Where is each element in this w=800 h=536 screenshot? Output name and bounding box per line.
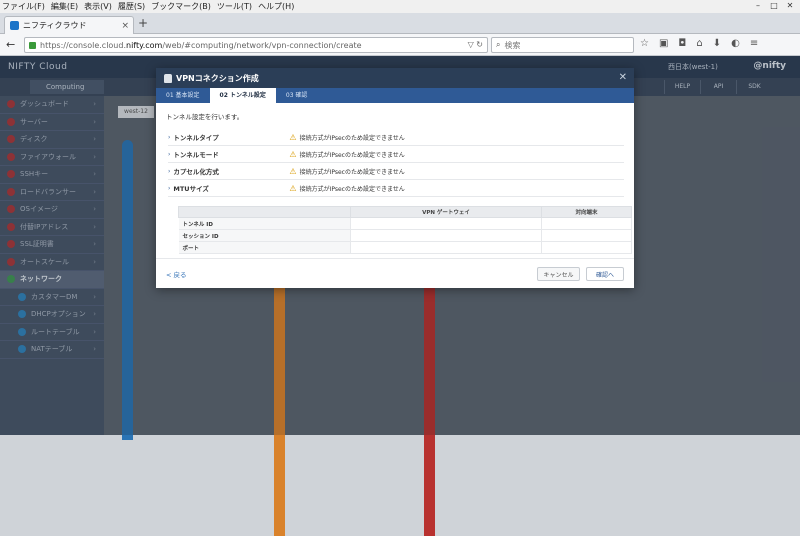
table-header-peer: 対向端末 xyxy=(540,206,633,218)
intro-text: トンネル設定を行います。 xyxy=(166,113,244,121)
download-icon[interactable]: ⬇ xyxy=(713,38,721,49)
warning-icon: ⚠ xyxy=(289,166,297,176)
table-header-empty xyxy=(178,206,351,218)
close-window-button[interactable]: ✕ xyxy=(784,1,796,10)
menu-bookmarks[interactable]: ブックマーク(B) xyxy=(151,1,211,12)
modal-footer: < 戻る キャンセル 確認へ xyxy=(156,258,634,288)
window-controls: – □ ✕ xyxy=(752,1,796,10)
tab-close-icon[interactable]: × xyxy=(121,21,129,31)
vpn-create-modal: VPNコネクション作成 ✕ 01 基本設定 02 トンネル設定 03 確認 トン… xyxy=(156,68,634,288)
home-icon[interactable]: ⌂ xyxy=(696,38,702,49)
back-arrow-icon[interactable]: ← xyxy=(6,38,15,51)
pocket-icon[interactable]: ◘ xyxy=(678,38,686,49)
bullet-icon: › xyxy=(168,184,171,192)
table-cell xyxy=(350,241,542,254)
clipboard-icon[interactable]: ▣ xyxy=(659,38,668,49)
lock-icon xyxy=(164,73,172,83)
menu-help[interactable]: ヘルプ(H) xyxy=(258,1,294,12)
menubar: ファイル(F) 編集(E) 表示(V) 履歴(S) ブックマーク(B) ツール(… xyxy=(0,0,800,13)
bookmark-star-icon[interactable]: ☆ xyxy=(640,38,649,49)
toolbar-icons: ☆ ▣ ◘ ⌂ ⬇ ◐ ≡ xyxy=(640,38,758,49)
table-cell xyxy=(350,229,542,242)
bullet-icon: › xyxy=(168,167,171,175)
close-icon[interactable]: ✕ xyxy=(619,72,627,83)
lock-icon xyxy=(29,41,36,49)
url-text: https://console.cloud.nifty.com/web/#com… xyxy=(40,40,362,50)
field-encapsulation: › カプセル化方式 ⚠ 接続方式がIPsecのため設定できません xyxy=(168,163,624,180)
row-label-port: ポート xyxy=(178,241,351,254)
field-tunnel-type: › トンネルタイプ ⚠ 接続方式がIPsecのため設定できません xyxy=(168,129,624,146)
minimize-button[interactable]: – xyxy=(752,1,764,10)
step-tabs: 01 基本設定 02 トンネル設定 03 確認 xyxy=(156,88,634,103)
warning-icon: ⚠ xyxy=(289,149,297,159)
tab-basic-settings[interactable]: 01 基本設定 xyxy=(156,88,210,103)
table-row: トンネル ID xyxy=(178,217,633,230)
browser-tab[interactable]: ニフティクラウド × xyxy=(4,16,134,34)
table-header-vpn-gateway: VPN ゲートウェイ xyxy=(350,206,542,218)
reload-icon[interactable]: ▽ ↻ xyxy=(468,40,483,49)
row-label-tunnel-id: トンネル ID xyxy=(178,217,351,230)
url-bar[interactable]: https://console.cloud.nifty.com/web/#com… xyxy=(24,37,488,53)
search-icon: ⌕ xyxy=(496,40,501,49)
warning-icon: ⚠ xyxy=(289,132,297,142)
new-tab-button[interactable]: + xyxy=(138,16,148,30)
tab-bar: ニフティクラウド × + xyxy=(0,13,800,34)
table-cell xyxy=(541,217,633,230)
bullet-icon: › xyxy=(168,150,171,158)
field-tunnel-mode: › トンネルモード ⚠ 接続方式がIPsecのため設定できません xyxy=(168,146,624,163)
search-placeholder: 検索 xyxy=(504,40,521,50)
menu-hamburger-icon[interactable]: ≡ xyxy=(750,38,758,49)
modal-body: トンネル設定を行います。 › トンネルタイプ ⚠ 接続方式がIPsecのため設定… xyxy=(156,103,634,254)
tab-confirm[interactable]: 03 確認 xyxy=(276,88,318,103)
warning-icon: ⚠ xyxy=(289,183,297,193)
favicon-icon xyxy=(10,21,19,30)
tab-tunnel-settings[interactable]: 02 トンネル設定 xyxy=(209,88,276,103)
table-cell xyxy=(350,217,542,230)
nav-bar: ← https://console.cloud.nifty.com/web/#c… xyxy=(0,34,800,56)
table-row: ポート xyxy=(178,241,633,254)
field-mtu-size: › MTUサイズ ⚠ 接続方式がIPsecのため設定できません xyxy=(168,180,624,197)
bullet-icon: › xyxy=(168,133,171,141)
search-input[interactable]: ⌕ 検索 xyxy=(491,37,634,53)
tunnel-table: VPN ゲートウェイ 対向端末 トンネル ID セッション ID ポート xyxy=(178,206,633,254)
menu-tools[interactable]: ツール(T) xyxy=(217,1,252,12)
menu-history[interactable]: 履歴(S) xyxy=(118,1,145,12)
back-link[interactable]: < 戻る xyxy=(166,269,187,279)
menu-view[interactable]: 表示(V) xyxy=(84,1,112,12)
confirm-button[interactable]: 確認へ xyxy=(586,267,624,281)
row-label-session-id: セッション ID xyxy=(178,229,351,242)
table-row: セッション ID xyxy=(178,229,633,242)
menu-edit[interactable]: 編集(E) xyxy=(51,1,78,12)
table-cell xyxy=(541,229,633,242)
modal-title: VPNコネクション作成 xyxy=(176,73,259,83)
modal-header: VPNコネクション作成 ✕ xyxy=(156,68,634,88)
cancel-button[interactable]: キャンセル xyxy=(537,267,580,281)
tab-title: ニフティクラウド xyxy=(23,21,87,30)
maximize-button[interactable]: □ xyxy=(768,1,780,10)
table-cell xyxy=(541,241,633,254)
extension-icon[interactable]: ◐ xyxy=(731,38,740,49)
menu-file[interactable]: ファイル(F) xyxy=(2,1,45,12)
